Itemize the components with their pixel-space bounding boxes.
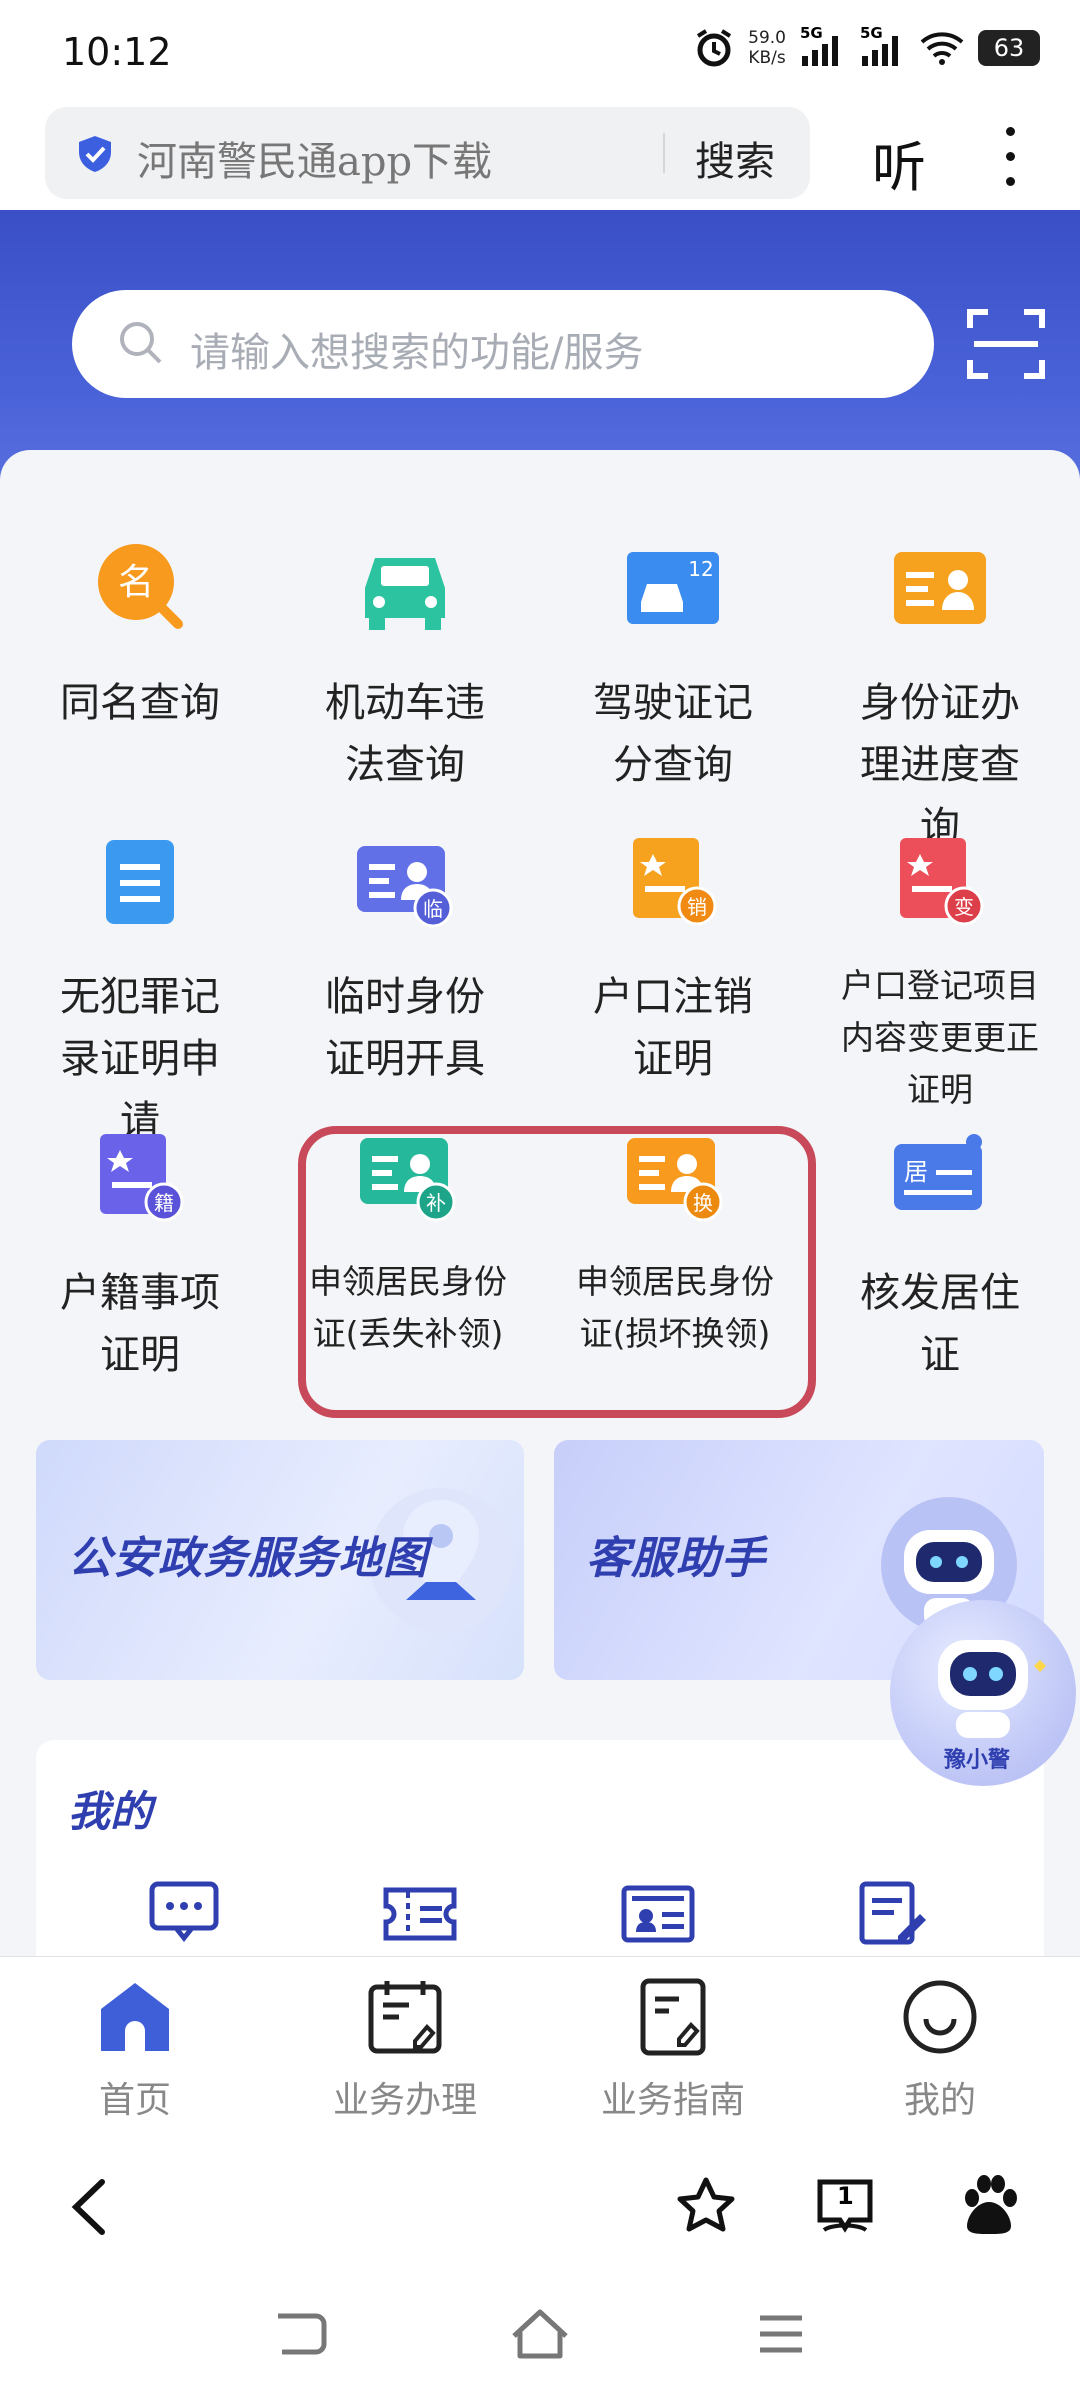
tab-profile[interactable]: 我的	[815, 1977, 1065, 2123]
hukou-change-icon: 变	[890, 832, 990, 932]
search-placeholder: 请输入想搜索的功能/服务	[190, 330, 644, 376]
id-card-outline-icon[interactable]	[620, 1884, 696, 1944]
system-navigation-bar	[0, 2266, 1080, 2400]
listen-button[interactable]: 听	[872, 123, 926, 202]
signal-icon: 5G	[800, 24, 846, 68]
hukou-cancel-icon: 销	[623, 832, 723, 932]
id-card-icon	[890, 538, 990, 638]
status-time: 10:12	[62, 30, 172, 74]
message-icon[interactable]	[148, 1880, 220, 1944]
service-residence-permit[interactable]: 居 核发居住证	[815, 1128, 1065, 1386]
scan-icon[interactable]	[966, 306, 1046, 382]
highlight-frame	[298, 1126, 816, 1418]
service-no-crime-cert[interactable]: 无犯罪记录证明申请	[15, 832, 265, 1152]
police-service-map-banner[interactable]: 公安政务服务地图	[36, 1440, 524, 1680]
service-label: 同名查询	[60, 680, 220, 726]
tab-count: 1	[837, 2182, 854, 2210]
svg-text:居: 居	[904, 1158, 928, 1186]
ticket-icon[interactable]	[382, 1884, 458, 1944]
calendar-icon	[365, 1977, 445, 2057]
divider	[663, 133, 665, 173]
guide-icon	[633, 1977, 713, 2057]
service-search-input[interactable]: 请输入想搜索的功能/服务	[72, 290, 934, 398]
star-icon[interactable]	[676, 2176, 736, 2236]
svg-text:名: 名	[118, 562, 154, 603]
browser-search-button[interactable]: 搜索	[695, 129, 775, 187]
name-search-icon: 名	[90, 538, 190, 638]
battery-icon: 63	[978, 30, 1040, 66]
car-icon	[355, 538, 455, 638]
service-label: 户口注销证明	[593, 974, 753, 1082]
home-icon	[95, 1977, 175, 2057]
back-icon[interactable]	[66, 2176, 110, 2238]
shield-icon	[79, 136, 111, 172]
banner-title: 客服助手	[586, 1533, 766, 1584]
service-label: 身份证办理进度查询	[860, 680, 1020, 850]
url-text: 河南警民通app下载	[137, 139, 493, 185]
tab-guide[interactable]: 业务指南	[548, 1977, 798, 2123]
wifi-icon	[920, 32, 964, 65]
baidu-paw-icon[interactable]	[958, 2172, 1020, 2238]
household-icon: 籍	[90, 1128, 190, 1228]
browser-bottom-bar: 1	[0, 2146, 1080, 2266]
floating-assistant-button[interactable]: 豫小警	[890, 1600, 1076, 1786]
license-score-icon: 12	[623, 538, 723, 638]
service-label: 驾驶证记分查询	[593, 680, 753, 788]
svg-text:变: 变	[954, 895, 974, 919]
residence-permit-icon: 居	[890, 1128, 990, 1228]
tab-label: 业务指南	[600, 2080, 745, 2121]
service-temp-id[interactable]: 临 临时身份证明开具	[280, 832, 530, 1090]
svg-text:销: 销	[687, 895, 707, 919]
system-home-icon[interactable]	[508, 2306, 572, 2362]
browser-toolbar: 河南警民通app下载 搜索 听	[0, 105, 1080, 210]
service-label: 临时身份证明开具	[325, 974, 485, 1082]
service-label: 无犯罪记录证明申请	[60, 974, 220, 1144]
svg-text:临: 临	[423, 897, 443, 921]
service-label: 户籍事项证明	[60, 1270, 220, 1378]
alarm-icon	[697, 29, 732, 67]
banner-title: 公安政务服务地图	[68, 1533, 428, 1584]
system-menu-icon[interactable]	[756, 2312, 806, 2356]
signal-icon-2: 5G	[860, 24, 906, 68]
service-license-score[interactable]: 12 驾驶证记分查询	[548, 538, 798, 796]
tab-label: 我的	[903, 2080, 976, 2121]
assistant-name: 豫小警	[944, 1748, 1011, 1773]
service-label: 核发居住证	[860, 1270, 1020, 1378]
profile-icon	[900, 1977, 980, 2057]
service-name-search[interactable]: 名 同名查询	[15, 538, 265, 734]
search-icon	[120, 322, 162, 364]
service-label: 户口登记项目内容变更更正证明	[841, 966, 1039, 1109]
service-vehicle-violation[interactable]: 机动车违法查询	[280, 538, 530, 796]
more-menu-icon[interactable]	[1000, 127, 1020, 187]
svg-text:籍: 籍	[154, 1191, 174, 1215]
service-hukou-cancel[interactable]: 销 户口注销证明	[548, 832, 798, 1090]
service-id-progress[interactable]: 身份证办理进度查询	[815, 538, 1065, 858]
document-icon	[90, 832, 190, 932]
bottom-tab-bar: 首页 业务办理 业务指南 我的	[0, 1956, 1080, 2146]
tab-label: 业务办理	[332, 2080, 477, 2121]
service-label: 机动车违法查询	[325, 680, 485, 788]
address-bar[interactable]: 河南警民通app下载 搜索	[45, 107, 810, 199]
service-household-cert[interactable]: 籍 户籍事项证明	[15, 1128, 265, 1386]
service-hukou-change[interactable]: 变 户口登记项目内容变更更正证明	[815, 832, 1065, 1116]
tab-label: 首页	[98, 2080, 171, 2121]
edit-document-icon[interactable]	[858, 1880, 928, 1946]
tab-home[interactable]: 首页	[10, 1977, 260, 2123]
tab-business[interactable]: 业务办理	[280, 1977, 530, 2123]
svg-text:12: 12	[688, 557, 713, 581]
net-speed: 59.0 KB/s	[748, 28, 786, 68]
system-back-icon[interactable]	[272, 2310, 328, 2358]
status-bar: 10:12 59.0 KB/s 5G 5G 63	[0, 0, 1080, 105]
section-title: 我的	[68, 1787, 153, 1836]
temp-id-icon: 临	[355, 832, 455, 932]
tabs-button[interactable]: 1	[814, 2174, 876, 2238]
